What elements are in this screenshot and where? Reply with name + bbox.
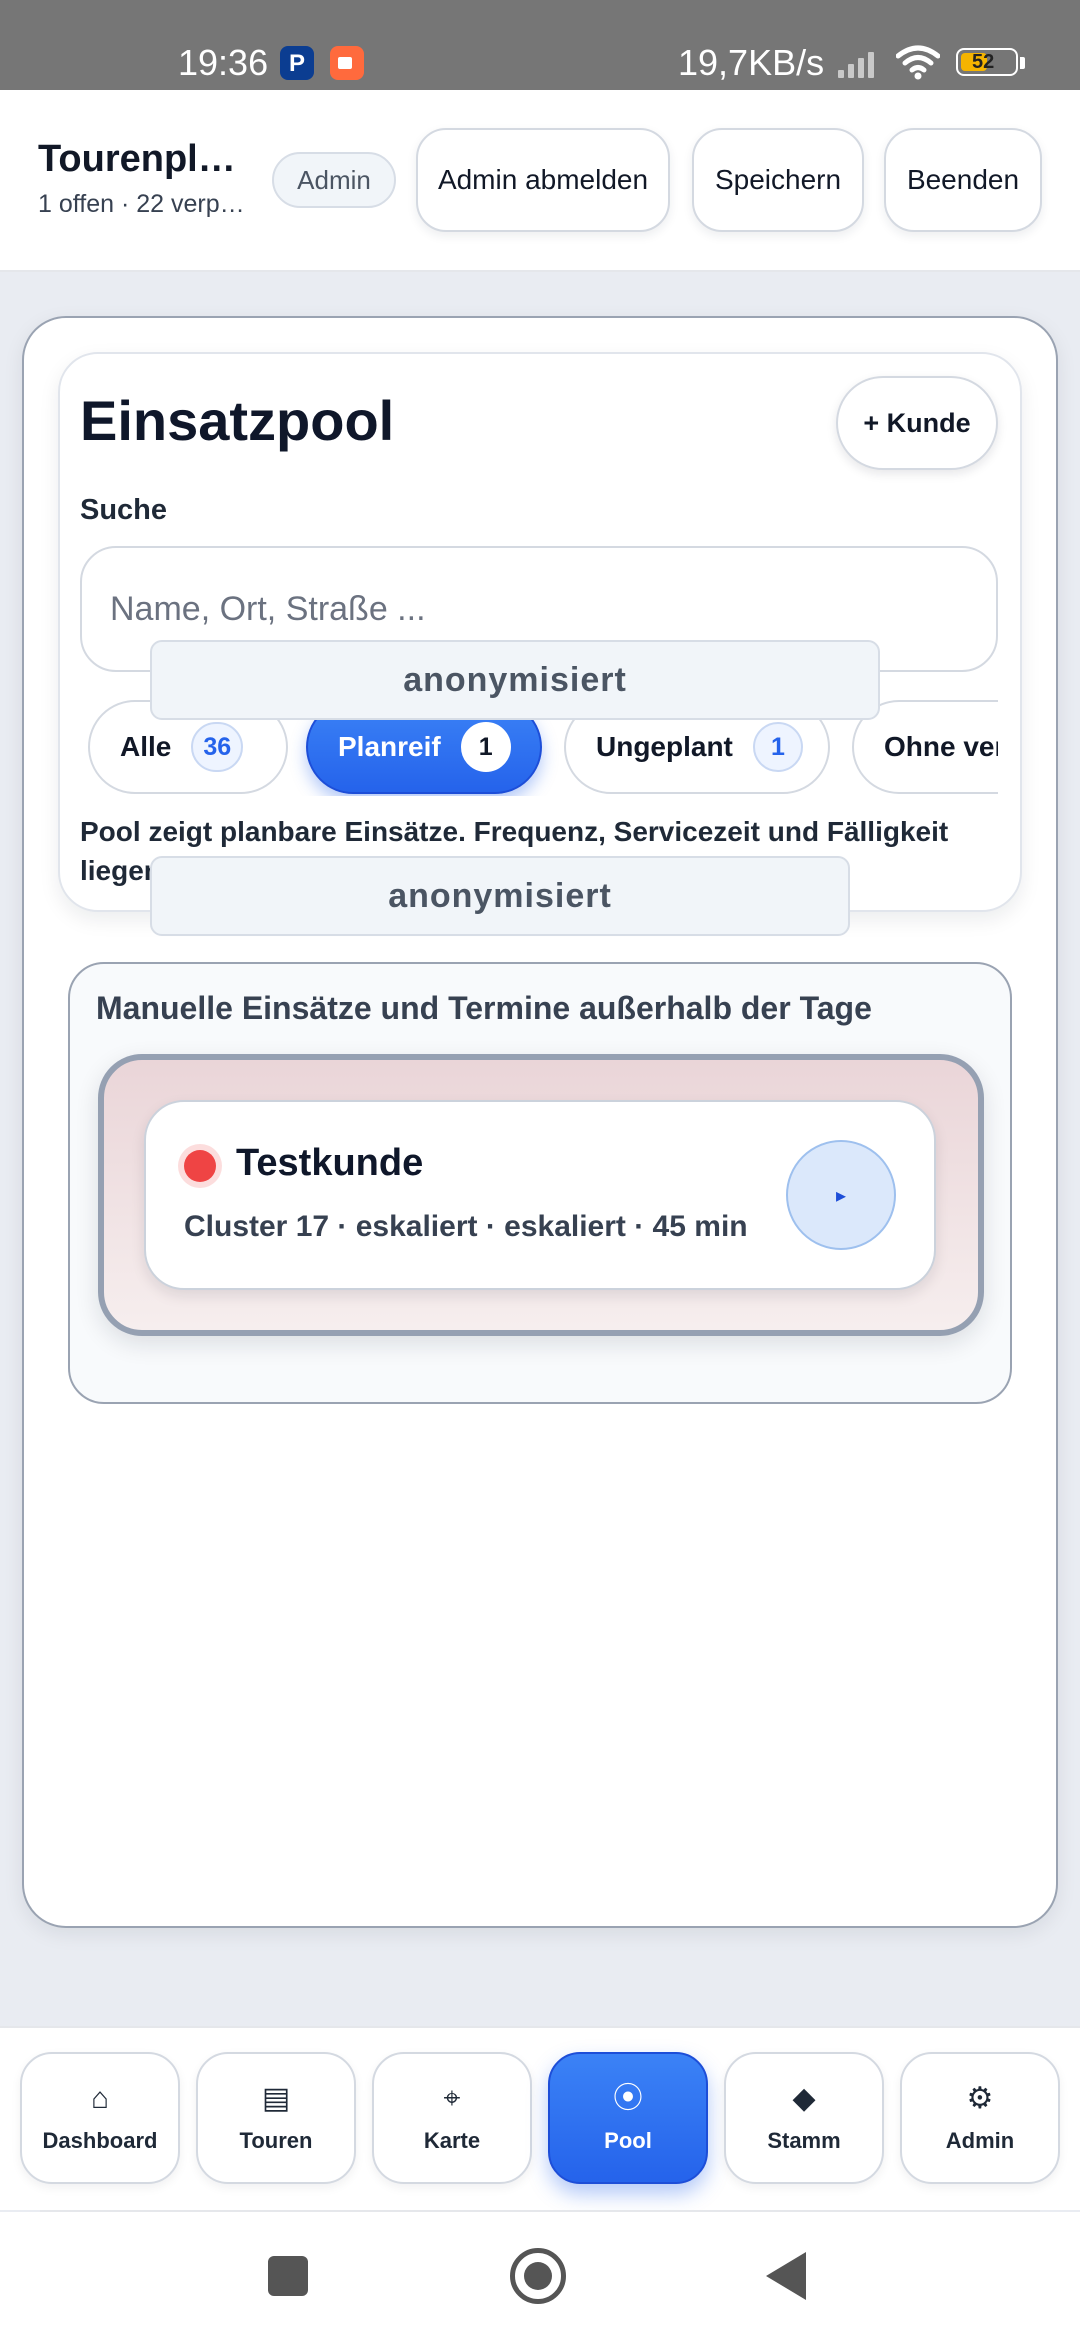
- paypal-app-icon: [280, 46, 314, 80]
- search-label: Suche: [80, 494, 168, 526]
- redaction-label: anonymisiert: [150, 640, 880, 720]
- nav-map[interactable]: ⌖ Karte: [372, 2052, 532, 2184]
- nav-label: Admin: [945, 2128, 1015, 2153]
- home-button-icon[interactable]: [510, 2248, 566, 2304]
- target-icon: ⦿: [613, 2082, 643, 2115]
- task-meta: Cluster 17 · eskaliert · eskaliert · 45 …: [184, 1210, 748, 1243]
- status-time: 19:36: [178, 42, 269, 83]
- add-customer-button[interactable]: + Kunde: [836, 376, 998, 470]
- nav-pool[interactable]: ⦿ Pool: [548, 2052, 708, 2184]
- nav-label: Pool: [604, 2128, 652, 2153]
- page-title: Einsatzpool: [80, 389, 395, 452]
- back-icon[interactable]: [766, 2252, 806, 2300]
- filter-chip-label: Alle: [120, 731, 172, 762]
- filter-chip-count: 1: [752, 722, 803, 772]
- nav-label: Stamm: [767, 2128, 841, 2153]
- nav-label: Karte: [423, 2128, 481, 2153]
- nav-master-data[interactable]: ◆ Stamm: [724, 2052, 884, 2184]
- redaction-label: anonymisiert: [150, 856, 850, 936]
- section-title: Manuelle Einsätze und Termine außerhalb …: [96, 990, 872, 1026]
- recents-icon[interactable]: [268, 2256, 308, 2296]
- task-name: Testkunde: [236, 1142, 424, 1184]
- crosshair-icon: ⌖: [443, 2082, 461, 2115]
- filter-chip-count: 36: [191, 722, 244, 772]
- network-speed: 19,7KB/s: [678, 42, 825, 83]
- home-icon: ⌂: [90, 2082, 110, 2115]
- quit-button[interactable]: Beenden: [884, 128, 1042, 232]
- camera-app-icon: [330, 46, 364, 80]
- nav-label: Dashboard: [42, 2128, 158, 2153]
- admin-logout-button[interactable]: Admin abmelden: [416, 128, 670, 232]
- nav-dashboard[interactable]: ⌂ Dashboard: [20, 2052, 180, 2184]
- role-badge: Admin: [272, 152, 396, 208]
- filter-chip-label: Planreif: [338, 731, 441, 762]
- battery-icon: 52: [956, 48, 1018, 76]
- wifi-icon: [896, 45, 940, 80]
- gear-icon: ⚙: [966, 2082, 994, 2115]
- diamond-icon: ◆: [792, 2082, 816, 2115]
- status-dot-icon: [184, 1150, 216, 1182]
- signal-icon: [838, 48, 882, 78]
- app-header: Tourenplanung 1 offen · 22 verplant Admi…: [0, 90, 1080, 272]
- status-bar: 19:36 19,7KB/s 52: [0, 0, 1080, 90]
- nav-admin[interactable]: ⚙ Admin: [900, 2052, 1060, 2184]
- app-subtitle: 1 offen · 22 verplant: [38, 190, 248, 218]
- battery-level: 52: [972, 51, 995, 73]
- filter-chip-label: Ungeplant: [596, 731, 733, 762]
- play-icon[interactable]: ▸: [786, 1140, 896, 1250]
- nav-label: Touren: [239, 2128, 313, 2153]
- nav-tours[interactable]: ▤ Touren: [196, 2052, 356, 2184]
- filter-chip-label: Ohne ver: [884, 731, 998, 762]
- app-title: Tourenplanung: [38, 138, 248, 180]
- save-button[interactable]: Speichern: [692, 128, 864, 232]
- list-icon: ▤: [261, 2082, 291, 2115]
- filter-chip-count: 1: [460, 722, 511, 772]
